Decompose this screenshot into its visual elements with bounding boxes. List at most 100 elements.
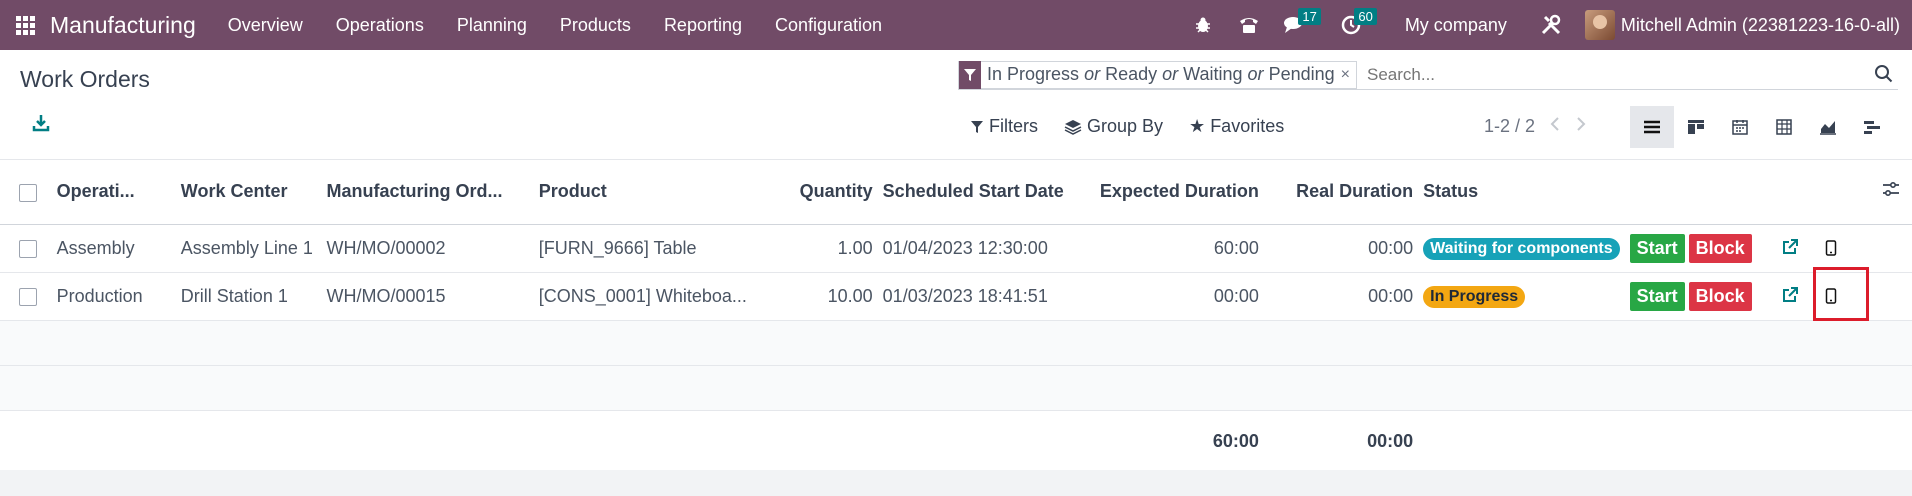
filters-button[interactable]: Filters xyxy=(970,116,1038,137)
col-work-center[interactable]: Work Center xyxy=(180,160,327,225)
company-switcher[interactable]: My company xyxy=(1405,15,1507,36)
col-real-duration[interactable]: Real Duration xyxy=(1258,160,1414,225)
top-navbar: Manufacturing Overview Operations Planni… xyxy=(0,0,1912,50)
row-checkbox[interactable] xyxy=(19,239,37,258)
start-button[interactable]: Start xyxy=(1629,281,1685,311)
cell-operation: Production xyxy=(56,272,181,321)
menu-planning[interactable]: Planning xyxy=(457,15,527,36)
favorites-button[interactable]: ★ Favorites xyxy=(1189,116,1284,137)
search-icon[interactable] xyxy=(1874,64,1896,86)
facet-separator: or xyxy=(1084,64,1101,84)
cell-real-duration: 00:00 xyxy=(1258,272,1414,321)
activities-count-badge: 60 xyxy=(1354,8,1377,25)
list-view-icon[interactable] xyxy=(1630,106,1674,148)
menu-reporting[interactable]: Reporting xyxy=(664,15,742,36)
filter-icon xyxy=(971,120,983,133)
control-panel: Work Orders In Progress or Ready or Wait… xyxy=(0,50,1912,160)
chat-icon[interactable]: 17 xyxy=(1279,0,1321,50)
cell-manufacturing-order: WH/MO/00015 xyxy=(326,272,539,321)
menu-operations[interactable]: Operations xyxy=(336,15,424,36)
table-row[interactable]: Assembly Assembly Line 1 WH/MO/00002 [FU… xyxy=(0,224,1912,273)
apps-menu-icon[interactable] xyxy=(0,0,50,50)
view-switcher xyxy=(1630,106,1894,148)
facet-separator: or xyxy=(1247,64,1264,84)
kanban-view-icon[interactable] xyxy=(1674,106,1718,148)
external-link-icon[interactable] xyxy=(1779,236,1801,258)
empty-row xyxy=(0,320,1912,366)
gantt-view-icon[interactable] xyxy=(1850,106,1894,148)
table-row[interactable]: Production Drill Station 1 WH/MO/00015 [… xyxy=(0,272,1912,321)
external-link-icon[interactable] xyxy=(1779,284,1801,306)
facet-value: Waiting xyxy=(1183,64,1243,84)
col-scheduled-start[interactable]: Scheduled Start Date xyxy=(872,160,1068,225)
select-all-checkbox[interactable] xyxy=(19,183,37,202)
facet-remove-button[interactable]: × xyxy=(1341,66,1356,84)
status-filter-facet: In Progress or Ready or Waiting or Pendi… xyxy=(958,60,1357,89)
cell-operation: Assembly xyxy=(56,224,181,273)
cell-work-center: Drill Station 1 xyxy=(180,272,327,321)
layers-icon xyxy=(1064,119,1082,135)
status-badge: In Progress xyxy=(1423,285,1526,308)
start-button[interactable]: Start xyxy=(1629,233,1685,263)
cell-product: [FURN_9666] Table xyxy=(538,224,774,273)
phone-icon[interactable] xyxy=(1233,0,1265,50)
work-orders-list: Operati... Work Center Manufacturing Ord… xyxy=(0,160,1912,473)
filter-icon xyxy=(959,60,981,89)
col-expected-duration[interactable]: Expected Duration xyxy=(1067,160,1259,225)
pager-next-icon[interactable] xyxy=(1575,116,1587,137)
facet-value: Ready xyxy=(1105,64,1158,84)
pager: 1-2 / 2 xyxy=(1484,116,1587,137)
cell-quantity: 10.00 xyxy=(773,272,873,321)
bug-icon[interactable] xyxy=(1187,0,1219,50)
tablet-view-highlight xyxy=(1813,267,1869,321)
totals-row: 60:00 00:00 xyxy=(0,410,1912,473)
total-expected-duration: 60:00 xyxy=(1067,410,1259,473)
col-status[interactable]: Status xyxy=(1413,160,1620,225)
facet-separator: or xyxy=(1162,64,1179,84)
clock-icon[interactable]: 60 xyxy=(1335,0,1377,50)
calendar-view-icon[interactable] xyxy=(1718,106,1762,148)
facet-value: In Progress xyxy=(987,64,1080,84)
pivot-view-icon[interactable] xyxy=(1762,106,1806,148)
search-input[interactable] xyxy=(1366,64,1867,85)
col-operation[interactable]: Operati... xyxy=(56,160,181,225)
block-button[interactable]: Block xyxy=(1688,233,1752,263)
cell-scheduled-start: 01/03/2023 18:41:51 xyxy=(872,272,1068,321)
block-button[interactable]: Block xyxy=(1688,281,1752,311)
row-checkbox[interactable] xyxy=(19,287,37,306)
total-real-duration: 00:00 xyxy=(1258,410,1414,473)
menu-products[interactable]: Products xyxy=(560,15,631,36)
page-title: Work Orders xyxy=(20,66,150,92)
tools-icon[interactable] xyxy=(1535,0,1567,50)
cell-product: [CONS_0001] Whiteboa... xyxy=(538,272,774,321)
menu-overview[interactable]: Overview xyxy=(228,15,303,36)
cell-manufacturing-order: WH/MO/00002 xyxy=(326,224,539,273)
optional-columns-icon[interactable] xyxy=(1882,181,1900,202)
search-bar: In Progress or Ready or Waiting or Pendi… xyxy=(958,60,1898,90)
user-menu[interactable]: Mitchell Admin (22381223-16-0-all) xyxy=(1621,15,1900,36)
facet-value: Pending xyxy=(1268,64,1335,84)
tablet-icon[interactable] xyxy=(1820,237,1842,259)
user-avatar[interactable] xyxy=(1584,10,1615,40)
app-brand[interactable]: Manufacturing xyxy=(50,12,196,39)
messages-count-badge: 17 xyxy=(1298,8,1321,25)
star-icon: ★ xyxy=(1189,116,1206,136)
cell-expected-duration: 60:00 xyxy=(1067,224,1259,273)
page-bottom xyxy=(0,470,1912,496)
status-badge: Waiting for components xyxy=(1423,237,1620,260)
cell-scheduled-start: 01/04/2023 12:30:00 xyxy=(872,224,1068,273)
facet-values: In Progress or Ready or Waiting or Pendi… xyxy=(981,64,1341,85)
cell-expected-duration: 00:00 xyxy=(1067,272,1259,321)
pager-previous-icon[interactable] xyxy=(1549,116,1561,137)
search-options: Filters Group By ★ Favorites xyxy=(970,116,1284,137)
empty-row xyxy=(0,365,1912,411)
download-icon[interactable] xyxy=(32,114,52,134)
col-manufacturing-order[interactable]: Manufacturing Ord... xyxy=(326,160,539,225)
cell-work-center: Assembly Line 1 xyxy=(180,224,327,273)
graph-view-icon[interactable] xyxy=(1806,106,1850,148)
group-by-button[interactable]: Group By xyxy=(1064,116,1163,137)
menu-configuration[interactable]: Configuration xyxy=(775,15,882,36)
col-quantity[interactable]: Quantity xyxy=(773,160,873,225)
pager-value[interactable]: 1-2 / 2 xyxy=(1484,116,1535,137)
col-product[interactable]: Product xyxy=(538,160,774,225)
